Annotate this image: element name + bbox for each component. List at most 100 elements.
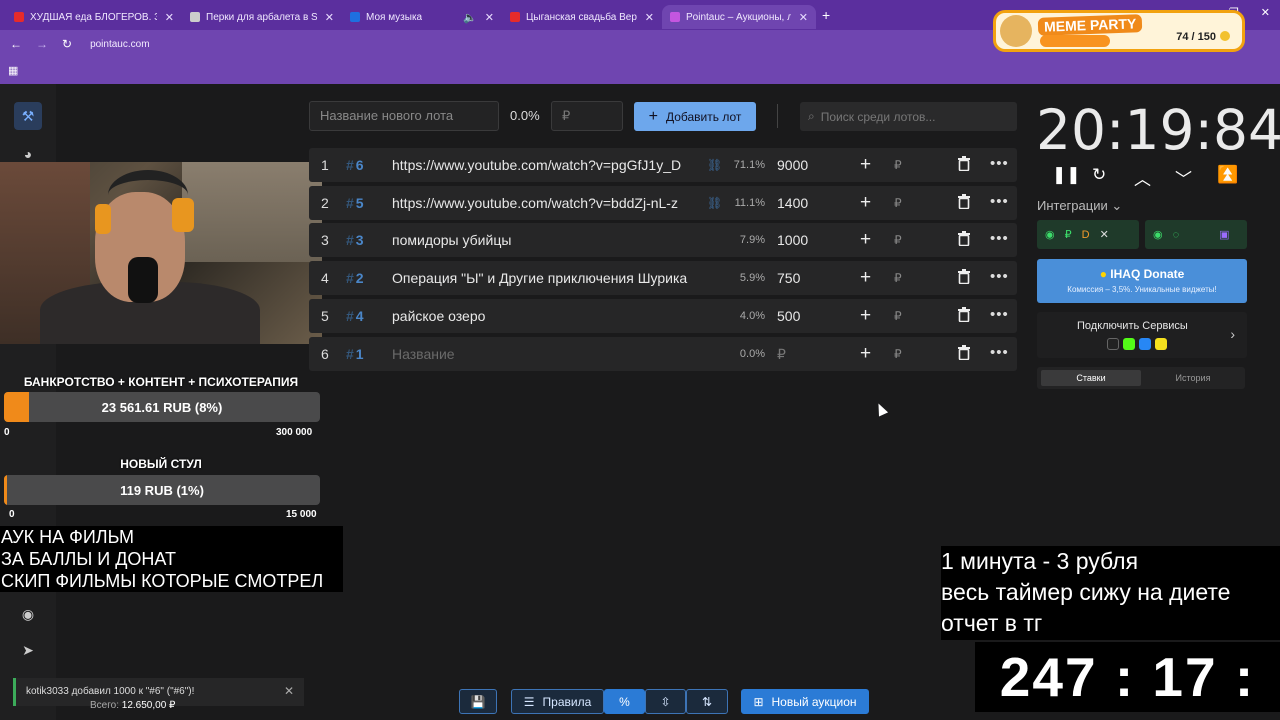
lot-row[interactable]: 3 #3 помидоры убийцы 7.9% 1000 + ₽ ••• — [309, 223, 1017, 258]
telegram-icon[interactable]: ➤ — [14, 636, 42, 664]
goal-min: 0 — [4, 427, 10, 438]
reset-icon[interactable]: ↻ — [1092, 165, 1106, 185]
integration-group-2[interactable]: ◉ ◌ ▣ — [1145, 220, 1247, 249]
lot-amount[interactable]: ₽ — [777, 346, 786, 363]
double-chevron-up-icon[interactable]: ⏫ — [1217, 165, 1238, 185]
integration-group-1[interactable]: ◉ ₽ D ✕ — [1037, 220, 1139, 249]
close-tab-icon[interactable]: ✕ — [791, 11, 808, 24]
forward-icon[interactable]: → — [36, 37, 48, 51]
add-amount-icon[interactable]: + — [860, 229, 871, 251]
lot-name[interactable]: https://www.youtube.com/watch?v=pgGfJ1y_… — [392, 157, 692, 173]
compress-icon[interactable]: ⇳ — [645, 689, 686, 714]
lot-row[interactable]: 6 #1 Название 0.0% ₽ + ₽ ••• — [309, 336, 1017, 371]
save-icon[interactable]: 💾 — [459, 689, 497, 714]
lot-amount[interactable]: 1000 — [777, 232, 808, 248]
new-lot-input[interactable]: Название нового лота — [309, 101, 499, 131]
tab-bids[interactable]: Ставки — [1041, 370, 1141, 386]
browser-tab[interactable]: Перки для арбалета в Skyrim ✕ — [182, 5, 342, 29]
lot-row[interactable]: 2 #5 https://www.youtube.com/watch?v=bdd… — [309, 185, 1017, 220]
trash-icon[interactable] — [957, 156, 971, 171]
new-tab-icon[interactable]: + — [822, 7, 830, 23]
lot-amount[interactable]: 500 — [777, 308, 800, 324]
close-tab-icon[interactable]: ✕ — [637, 11, 654, 24]
close-tab-icon[interactable]: ✕ — [157, 11, 174, 24]
lot-currency: ₽ — [894, 346, 902, 361]
github-icon[interactable]: ◉ — [14, 600, 42, 628]
ihaq-donate-button[interactable]: ● IHAQ Donate Комиссия – 3,5%. Уникальны… — [1037, 259, 1247, 303]
tab-title: ХУДШАЯ еда БЛОГЕРОВ. Заче — [30, 11, 157, 23]
reload-icon[interactable]: ↻ — [62, 37, 72, 51]
lot-name[interactable]: Операция "Ы" и Другие приключения Шурика — [392, 270, 692, 286]
more-icon[interactable]: ••• — [990, 193, 1009, 210]
integrations-toggle[interactable]: Интеграции ⌄ — [1037, 198, 1122, 214]
lot-currency: ₽ — [894, 271, 902, 286]
lot-name[interactable]: https://www.youtube.com/watch?v=bddZj-nL… — [392, 195, 692, 211]
close-tab-icon[interactable]: ✕ — [477, 11, 494, 24]
list-icon: ☰ — [523, 694, 535, 709]
trash-icon[interactable] — [957, 231, 971, 247]
auction-hammer-icon[interactable]: ⚒ — [14, 102, 42, 130]
trash-icon[interactable] — [957, 269, 971, 285]
close-icon[interactable]: ✕ — [284, 684, 294, 698]
lot-amount[interactable]: 9000 — [777, 157, 808, 173]
lot-row[interactable]: 5 #4 райское озеро 4.0% 500 + ₽ ••• — [309, 298, 1017, 333]
service-icon — [1107, 338, 1119, 350]
new-lot-amount-input[interactable]: ₽ — [551, 101, 623, 131]
browser-tab[interactable]: Моя музыка 🔈 ✕ — [342, 5, 502, 29]
url-field[interactable]: pointauc.com — [90, 39, 149, 50]
sort-icon[interactable]: ⇅ — [686, 689, 728, 714]
chevron-up-icon[interactable]: ︿ — [1134, 165, 1151, 190]
lot-amount[interactable]: 750 — [777, 270, 800, 286]
lot-row[interactable]: 4 #2 Операция "Ы" и Другие приключения Ш… — [309, 261, 1017, 296]
speaker-icon[interactable]: 🔈 — [455, 11, 477, 24]
back-icon[interactable]: ← — [10, 37, 22, 51]
lot-row[interactable]: 1 #6 https://www.youtube.com/watch?v=pgG… — [309, 148, 1017, 182]
services-title: Подключить Сервисы — [1077, 320, 1188, 332]
chevron-down-icon[interactable]: ﹀ — [1175, 165, 1192, 190]
add-amount-icon[interactable]: + — [860, 305, 871, 327]
add-amount-icon[interactable]: + — [860, 154, 871, 176]
add-amount-icon[interactable]: + — [860, 267, 871, 289]
lot-name[interactable]: помидоры убийцы — [392, 232, 692, 248]
cam-background — [182, 162, 322, 262]
browser-tab-active[interactable]: Pointauc – Аукционы, лотерея ✕ — [662, 5, 816, 29]
lot-search-input[interactable]: ⌕ Поиск среди лотов... — [800, 102, 1017, 131]
apps-grid-icon[interactable]: ▦ — [8, 64, 18, 77]
lot-percent: 11.1% — [734, 196, 765, 209]
add-amount-icon[interactable]: + — [860, 192, 871, 214]
lot-amount[interactable]: 1400 — [777, 195, 808, 211]
lot-index: 2 — [321, 194, 329, 211]
total-amount: Всего: 12.650,00 ₽ — [90, 700, 175, 711]
rules-button[interactable]: ☰ Правила — [511, 689, 604, 714]
services-icons — [1107, 338, 1167, 350]
add-amount-icon[interactable]: + — [860, 343, 871, 365]
browser-tab[interactable]: Цыганская свадьба Вера и Ол ✕ — [502, 5, 662, 29]
connect-services-button[interactable]: Подключить Сервисы › — [1037, 312, 1247, 358]
more-icon[interactable]: ••• — [990, 306, 1009, 323]
lot-name[interactable]: Название — [392, 346, 692, 362]
close-tab-icon[interactable]: ✕ — [317, 11, 334, 24]
add-lot-button[interactable]: + Добавить лот — [634, 102, 756, 131]
close-window-icon[interactable]: ✕ — [1261, 6, 1270, 19]
hash-icon: # — [346, 345, 354, 362]
hash-icon: # — [346, 307, 354, 324]
twitch-icon: ▣ — [1219, 229, 1230, 241]
caption-line: СКИП ФИЛЬМЫ КОТОРЫЕ СМОТРЕЛ — [1, 571, 324, 591]
trash-icon[interactable] — [957, 193, 971, 209]
pause-icon[interactable]: ❚❚ — [1052, 165, 1081, 185]
browser-tab[interactable]: ХУДШАЯ еда БЛОГЕРОВ. Заче ✕ — [6, 5, 182, 29]
percent-toggle-button[interactable]: % — [604, 689, 645, 714]
more-icon[interactable]: ••• — [990, 268, 1009, 285]
tab-history[interactable]: История — [1145, 370, 1241, 386]
new-auction-button[interactable]: ⊞ Новый аукцион — [741, 689, 869, 714]
trash-icon[interactable] — [957, 306, 971, 322]
more-icon[interactable]: ••• — [990, 155, 1009, 172]
search-icon: ⌕ — [808, 109, 815, 123]
more-icon[interactable]: ••• — [990, 344, 1009, 361]
stream-caption-left: АУК НА ФИЛЬМ ЗА БАЛЛЫ И ДОНАТ СКИП ФИЛЬМ… — [0, 526, 343, 592]
lot-name[interactable]: райское озеро — [392, 308, 692, 324]
notification-text: kotik3033 добавил 1000 к "#6" ("#6")! — [26, 686, 195, 697]
more-icon[interactable]: ••• — [990, 230, 1009, 247]
trash-icon[interactable] — [957, 344, 971, 360]
microphone — [128, 257, 158, 303]
